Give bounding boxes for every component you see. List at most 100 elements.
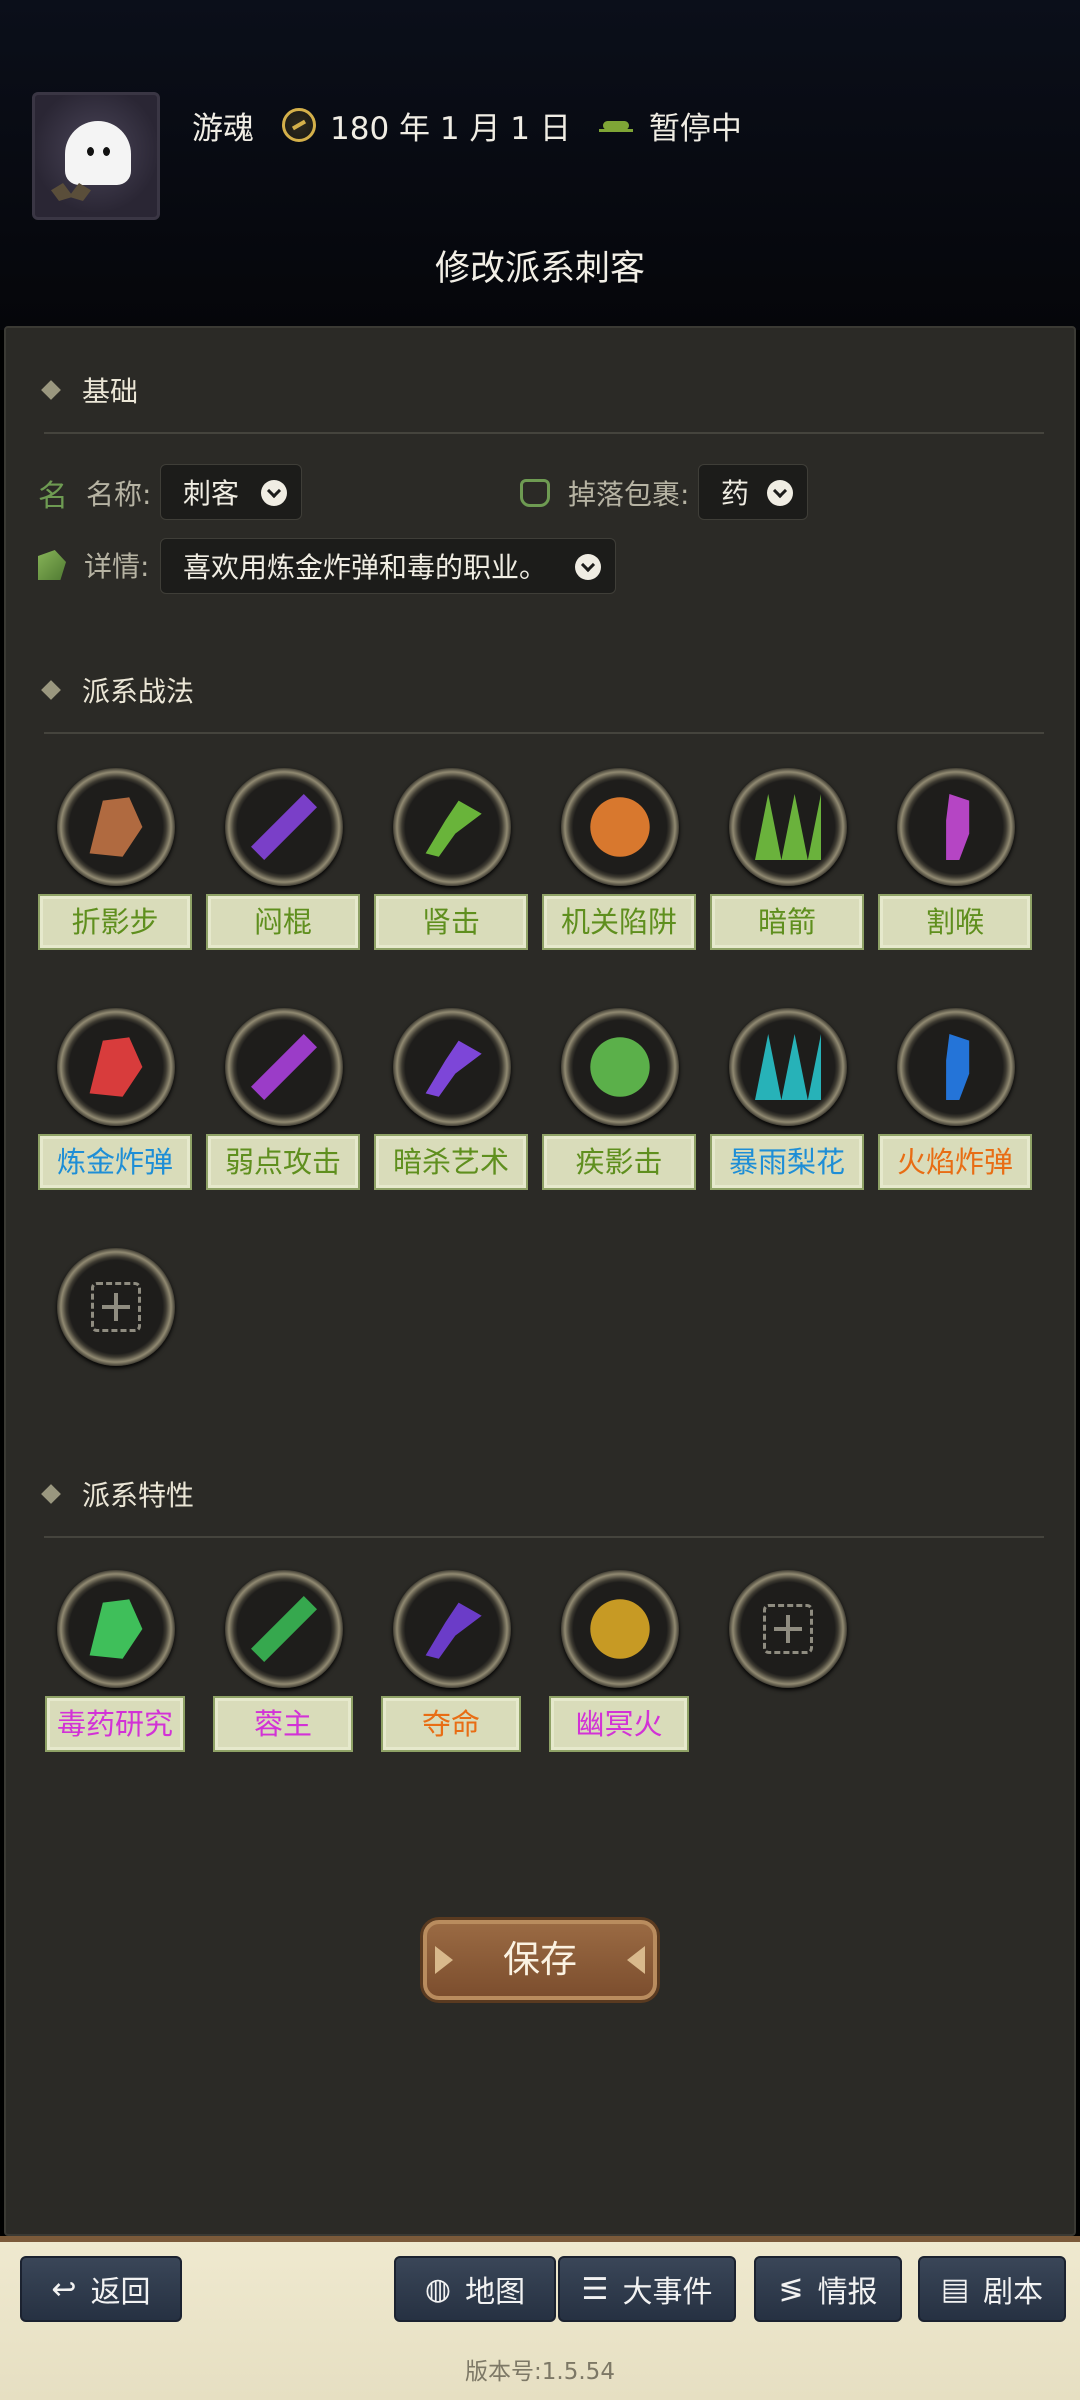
skill-ring <box>393 1570 511 1688</box>
name-value: 刺客 <box>183 477 240 510</box>
map-button[interactable]: ◍ 地图 <box>394 2256 556 2322</box>
detail-dropdown[interactable]: 喜欢用炼金炸弹和毒的职业。 <box>160 538 616 594</box>
skill-label: 弱点攻击 <box>206 1134 360 1190</box>
skill-ring <box>393 768 511 886</box>
chevron-down-icon <box>575 554 601 580</box>
skill-ring <box>561 1570 679 1688</box>
pause-status[interactable]: 暂停中 <box>649 103 742 148</box>
calendar-icon <box>282 108 316 142</box>
drop-field-label: 掉落包裹: <box>520 468 689 518</box>
game-date: 180 年 1 月 1 日 <box>330 110 571 147</box>
detail-field-label: 详情: <box>38 540 149 590</box>
status-line: 游魂 180 年 1 月 1 日 暂停中 <box>192 100 742 150</box>
script-label: 剧本 <box>983 2275 1044 2310</box>
section-traits-header: 派系特性 <box>41 1474 194 1514</box>
bat-icon <box>51 183 91 201</box>
weak-point-icon <box>251 1034 317 1100</box>
player-avatar[interactable] <box>32 92 160 220</box>
section-tactics-header: 派系战法 <box>41 670 195 710</box>
leaf-icon <box>38 550 66 580</box>
dark-arrow-icon <box>755 794 821 860</box>
skill-label: 机关陷阱 <box>542 894 696 950</box>
skill-label: 暗杀艺术 <box>374 1134 528 1190</box>
skill-ring <box>561 768 679 886</box>
skill-ring <box>393 1008 511 1126</box>
cricket-icon <box>598 115 633 135</box>
top-header: 游魂 180 年 1 月 1 日 暂停中 修改派系刺客 <box>0 0 1080 330</box>
poison-skull-icon <box>89 1599 143 1659</box>
shadow-step-icon <box>89 797 143 857</box>
detail-value: 喜欢用炼金炸弹和毒的职业。 <box>183 551 548 584</box>
intel-label: 情报 <box>817 2275 878 2310</box>
map-label: 地图 <box>465 2275 526 2310</box>
skill-label: 幽冥火 <box>549 1696 689 1752</box>
diamond-icon <box>41 380 61 400</box>
script-button[interactable]: ▤ 剧本 <box>918 2256 1066 2322</box>
skill-ring <box>225 768 343 886</box>
version-label: 版本号:1.5.54 <box>465 2359 615 2385</box>
ghost-icon <box>65 121 131 185</box>
events-label: 大事件 <box>622 2275 713 2310</box>
skill-label: 炼金炸弹 <box>38 1134 192 1190</box>
intel-button[interactable]: ≶ 情报 <box>754 2256 902 2322</box>
cudgel-icon <box>251 794 317 860</box>
skill-ring <box>225 1570 343 1688</box>
kidney-shot-icon <box>425 800 482 857</box>
skill-ring <box>225 1008 343 1126</box>
add-ring <box>57 1248 175 1366</box>
deadly-icon <box>425 1602 482 1659</box>
skill-label: 肾击 <box>374 894 528 950</box>
divider <box>44 732 1044 734</box>
skill-ring <box>57 768 175 886</box>
name-icon: 名 <box>38 479 68 514</box>
skill-label: 暴雨梨花 <box>710 1134 864 1190</box>
skill-label: 蓉主 <box>213 1696 353 1752</box>
divider <box>44 1536 1044 1538</box>
drop-value: 药 <box>721 477 750 510</box>
skill-ring <box>561 1008 679 1126</box>
skill-ring <box>897 1008 1015 1126</box>
skill-ring <box>57 1008 175 1126</box>
diamond-icon <box>41 680 61 700</box>
globe-icon <box>251 1596 317 1662</box>
book-icon: ▤ <box>940 2271 970 2307</box>
back-button[interactable]: ↩ 返回 <box>20 2256 182 2322</box>
swift-shadow-icon <box>590 1037 650 1097</box>
chevron-down-icon <box>261 480 287 506</box>
back-label: 返回 <box>90 2275 151 2310</box>
add-ring <box>729 1570 847 1688</box>
skill-ring <box>729 768 847 886</box>
storm-needles-icon <box>755 1034 821 1100</box>
skill-label: 暗箭 <box>710 894 864 950</box>
drop-dropdown[interactable]: 药 <box>698 464 808 520</box>
intel-icon: ≶ <box>778 2271 804 2307</box>
fire-bomb-icon <box>946 1034 970 1100</box>
detail-label: 详情: <box>84 550 150 583</box>
section-tactics-title: 派系战法 <box>82 675 195 708</box>
throat-cut-icon <box>946 794 970 860</box>
chevron-down-icon <box>767 480 793 506</box>
diamond-icon <box>41 1484 61 1504</box>
section-basic-title: 基础 <box>82 375 139 408</box>
skill-label: 割喉 <box>878 894 1032 950</box>
assassination-icon <box>425 1040 482 1097</box>
globe-icon: ◍ <box>424 2271 452 2307</box>
name-label: 名称: <box>86 478 152 511</box>
skill-ring <box>897 768 1015 886</box>
bag-icon <box>520 479 550 507</box>
drop-label: 掉落包裹: <box>568 478 690 511</box>
skill-label: 闷棍 <box>206 894 360 950</box>
skill-ring <box>57 1570 175 1688</box>
trap-icon <box>590 797 650 857</box>
events-button[interactable]: ☰ 大事件 <box>558 2256 736 2322</box>
footprints-icon <box>590 1599 650 1659</box>
name-dropdown[interactable]: 刺客 <box>160 464 302 520</box>
skill-ring <box>729 1008 847 1126</box>
back-arrow-icon: ↩ <box>51 2271 77 2307</box>
name-field-label: 名 名称: <box>38 468 151 518</box>
skill-label: 折影步 <box>38 894 192 950</box>
alchemy-bomb-icon <box>89 1037 143 1097</box>
skill-label: 毒药研究 <box>45 1696 185 1752</box>
save-button[interactable]: 保存 <box>423 1920 657 2000</box>
skill-label: 火焰炸弹 <box>878 1134 1032 1190</box>
